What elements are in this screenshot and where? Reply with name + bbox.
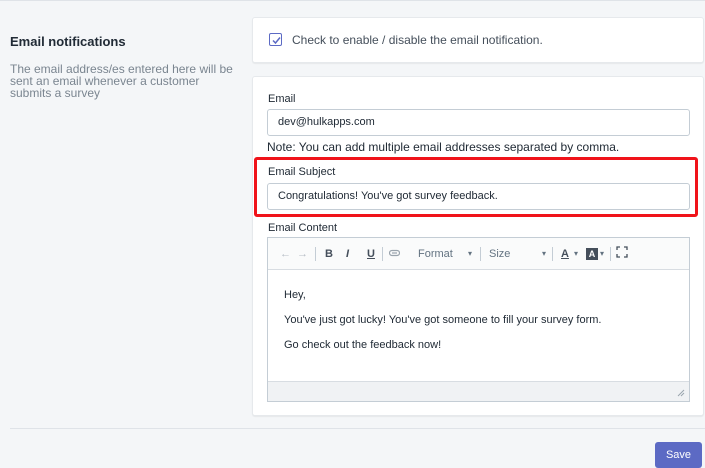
toolbar-divider (552, 247, 553, 261)
section-title: Email notifications (10, 34, 126, 49)
editor-content[interactable]: Hey, You've just got lucky! You've got s… (268, 271, 689, 381)
content-label: Email Content (268, 222, 338, 234)
maximize-icon[interactable] (616, 246, 628, 262)
section-description: The email address/es entered here will b… (10, 62, 233, 100)
top-divider (0, 0, 705, 2)
format-dropdown[interactable]: Format (418, 246, 453, 262)
italic-button[interactable]: I (346, 246, 349, 262)
content-line: Hey, (284, 289, 306, 301)
undo-icon[interactable]: ← (280, 246, 291, 262)
redo-icon[interactable]: → (297, 246, 308, 262)
toolbar-divider (480, 247, 481, 261)
editor-statusbar (268, 381, 689, 401)
subject-highlight-box (254, 157, 698, 217)
save-button[interactable]: Save (655, 442, 702, 468)
chevron-down-icon[interactable]: ▾ (542, 246, 546, 262)
rich-text-editor: ← → B I U Format ▾ Size ▾ A ▾ A ▾ Hey, Y… (267, 237, 690, 402)
text-color-button[interactable]: A (561, 246, 569, 262)
enable-checkbox[interactable] (269, 33, 282, 46)
enable-card: Check to enable / disable the email noti… (252, 17, 704, 63)
toolbar-divider (382, 247, 383, 261)
bold-button[interactable]: B (325, 246, 333, 262)
email-field[interactable]: dev@hulkapps.com (267, 109, 690, 136)
checkmark-icon (272, 37, 281, 45)
chevron-down-icon[interactable]: ▾ (600, 246, 604, 262)
email-note: Note: You can add multiple email address… (267, 140, 620, 154)
link-icon[interactable] (388, 246, 401, 262)
background-color-button[interactable]: A (586, 248, 598, 260)
size-dropdown[interactable]: Size (489, 246, 510, 262)
resize-handle-icon[interactable] (677, 389, 685, 397)
email-settings-card: Email dev@hulkapps.com Note: You can add… (252, 76, 704, 416)
underline-button[interactable]: U (367, 246, 375, 262)
toolbar-divider (315, 247, 316, 261)
enable-checkbox-label[interactable]: Check to enable / disable the email noti… (292, 33, 543, 47)
content-line: Go check out the feedback now! (284, 339, 442, 351)
chevron-down-icon[interactable]: ▾ (574, 246, 578, 262)
chevron-down-icon[interactable]: ▾ (468, 246, 472, 262)
editor-toolbar: ← → B I U Format ▾ Size ▾ A ▾ A ▾ (268, 238, 689, 270)
bottom-divider (10, 428, 705, 429)
toolbar-divider (610, 247, 611, 261)
email-label: Email (268, 93, 296, 105)
content-line: You've just got lucky! You've got someon… (284, 314, 602, 326)
